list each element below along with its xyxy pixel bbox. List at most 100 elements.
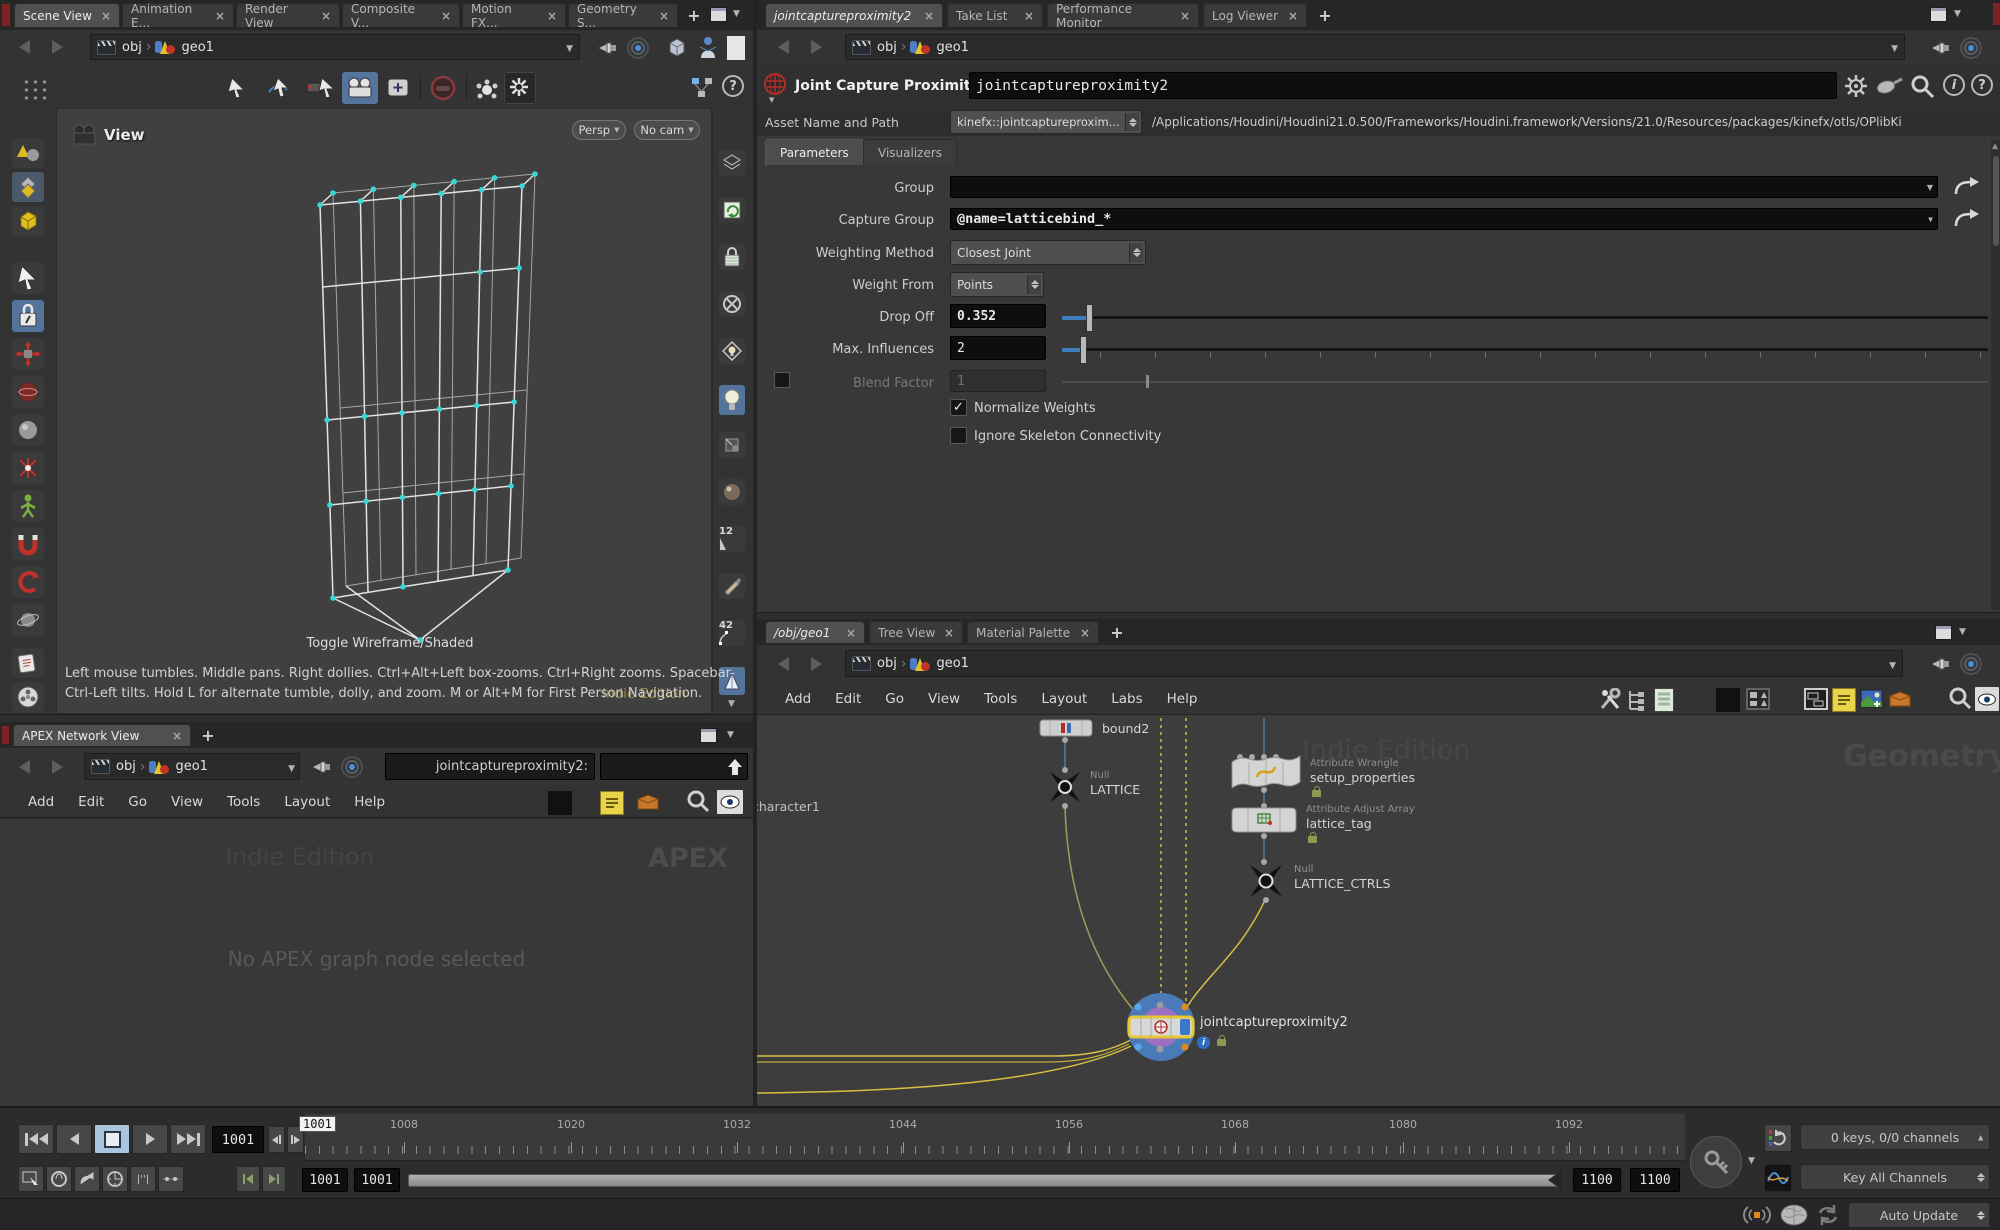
- palette-icon[interactable]: [1716, 688, 1740, 712]
- forward-button[interactable]: [46, 39, 68, 55]
- pane-menu-icon[interactable]: ▼: [727, 730, 734, 740]
- ctrls-label[interactable]: LATTICE_CTRLS: [1294, 876, 1390, 891]
- flatten-slope-icon[interactable]: [74, 1166, 100, 1192]
- breadcrumb[interactable]: obj › geo1 ▼: [90, 34, 580, 60]
- menu-view[interactable]: View: [928, 691, 960, 707]
- breadcrumb-node[interactable]: geo1: [175, 759, 207, 774]
- range-start-field[interactable]: 1001: [302, 1168, 348, 1192]
- tab-tree-view[interactable]: Tree View×: [869, 621, 963, 643]
- breadcrumb-context[interactable]: obj: [877, 40, 897, 55]
- node-type-icon[interactable]: [763, 72, 787, 96]
- pane-link-indicator[interactable]: [2, 4, 10, 26]
- timeline-ruler[interactable]: 1001 1008 1020 1032 1044 1056 1068 1080 …: [305, 1114, 1685, 1161]
- path-dropdown-icon[interactable]: ▼: [1891, 44, 1898, 54]
- gallery-box-icon[interactable]: [636, 791, 660, 813]
- cube-icon[interactable]: [664, 35, 690, 59]
- pane-menu-icon[interactable]: ▼: [1959, 627, 1966, 637]
- asset-name-dropdown[interactable]: kinefx::jointcaptureproxim...: [950, 110, 1142, 134]
- spinner-icon[interactable]: [1974, 1205, 1987, 1225]
- breadcrumb[interactable]: obj › geo1 ▼: [845, 34, 1905, 60]
- tab-animation-editor[interactable]: Animation E...×: [122, 3, 234, 27]
- particles-icon[interactable]: [474, 75, 500, 101]
- gear-icon[interactable]: [1843, 73, 1869, 99]
- menu-add[interactable]: Add: [28, 794, 54, 810]
- drop-off-field[interactable]: 0.352: [950, 304, 1046, 328]
- memory-brain-icon[interactable]: [1778, 1202, 1810, 1228]
- find-icon[interactable]: [686, 789, 710, 813]
- range-end2-field[interactable]: 1100: [1630, 1168, 1680, 1192]
- blend-factor-toggle[interactable]: [774, 372, 790, 388]
- group-field[interactable]: ▼: [950, 176, 1938, 198]
- close-icon[interactable]: ×: [1080, 626, 1090, 640]
- play-reverse-button[interactable]: [56, 1124, 92, 1154]
- tab-apex-network-view[interactable]: APEX Network View×: [13, 724, 191, 746]
- breadcrumb-context[interactable]: obj: [116, 759, 136, 774]
- snapshot-camera-highlight[interactable]: [342, 72, 378, 104]
- split-pane-icon[interactable]: [386, 76, 410, 100]
- bound2-label[interactable]: bound2: [1102, 721, 1149, 736]
- list-page-icon[interactable]: [1654, 688, 1674, 712]
- menu-layout[interactable]: Layout: [1041, 691, 1087, 707]
- jump-up-icon[interactable]: [727, 758, 743, 776]
- pane-maximize-icon[interactable]: [1935, 625, 1952, 640]
- key-menu-icon[interactable]: ▼: [1748, 1156, 1755, 1166]
- playbar-options-icon[interactable]: [18, 1166, 44, 1192]
- pin-icon[interactable]: [1929, 38, 1951, 58]
- range-start2-field[interactable]: 1001: [354, 1168, 400, 1192]
- drop-off-slider[interactable]: [1062, 316, 1988, 319]
- gallery-box-icon[interactable]: [1888, 688, 1912, 710]
- close-icon[interactable]: ×: [924, 9, 934, 23]
- scrollbar-thumb[interactable]: [1993, 156, 1999, 246]
- node-jointcaptureproximity2[interactable]: [1127, 993, 1195, 1061]
- add-tab-button[interactable]: +: [1107, 622, 1127, 642]
- window-layout-icon[interactable]: [1804, 688, 1828, 710]
- node-setup-properties[interactable]: [1232, 756, 1300, 788]
- scrub-dots-icon[interactable]: [158, 1166, 184, 1192]
- apex-target-field[interactable]: jointcaptureproximity2:: [385, 753, 595, 780]
- info-icon[interactable]: i: [1943, 74, 1965, 96]
- note-icon[interactable]: [600, 791, 624, 815]
- breadcrumb-context[interactable]: obj: [877, 656, 897, 671]
- close-icon[interactable]: ×: [1180, 9, 1190, 23]
- tab-motion-fx[interactable]: Motion FX...×: [462, 3, 566, 27]
- help-icon[interactable]: ?: [722, 75, 744, 97]
- max-influences-slider-handle[interactable]: [1080, 336, 1087, 364]
- pin-icon[interactable]: [596, 38, 618, 58]
- param-scrollbar[interactable]: ▼: [1991, 140, 2000, 610]
- weight-from-dropdown[interactable]: Points: [950, 272, 1044, 297]
- close-icon[interactable]: ×: [441, 9, 451, 23]
- tab-log-viewer[interactable]: Log Viewer×: [1203, 3, 1307, 27]
- update-refresh-icon[interactable]: [1814, 1203, 1842, 1227]
- lattice-wireframe[interactable]: [0, 110, 753, 714]
- camera-cursor-icon[interactable]: [306, 76, 336, 100]
- range-end-field[interactable]: 1100: [1573, 1168, 1621, 1192]
- current-frame-field[interactable]: 1001: [212, 1126, 264, 1153]
- close-icon[interactable]: ×: [1024, 9, 1034, 23]
- tab-visualizers[interactable]: Visualizers: [863, 139, 957, 165]
- pane-menu-icon[interactable]: ▼: [733, 9, 740, 19]
- visibility-eye-icon[interactable]: [716, 789, 744, 815]
- palette-icon[interactable]: [548, 791, 572, 815]
- close-icon[interactable]: ×: [944, 626, 954, 640]
- close-icon[interactable]: ×: [172, 729, 182, 743]
- breadcrumb-node[interactable]: geo1: [936, 656, 968, 671]
- play-button[interactable]: [132, 1124, 168, 1154]
- realtime-toggle-icon[interactable]: [102, 1166, 128, 1192]
- network-canvas[interactable]: Indie Edition Geometry: [757, 715, 2000, 1106]
- back-button[interactable]: [16, 39, 38, 55]
- menu-help[interactable]: Help: [1167, 691, 1198, 707]
- tab-parameters[interactable]: Parameters: [765, 139, 864, 165]
- menu-add[interactable]: Add: [785, 691, 811, 707]
- tab-render-view[interactable]: Render View×: [236, 3, 340, 27]
- pane-maximize-icon[interactable]: [1930, 7, 1947, 22]
- audio-icon[interactable]: [46, 1166, 72, 1192]
- tab-material-palette[interactable]: Material Palette×: [967, 621, 1099, 643]
- path-dropdown-icon[interactable]: ▼: [1889, 661, 1896, 671]
- apex-canvas[interactable]: Indie Edition APEX No APEX graph node se…: [0, 818, 753, 1107]
- breadcrumb-context[interactable]: obj: [122, 40, 142, 55]
- cook-pan-icon[interactable]: [1875, 75, 1903, 97]
- pane-link-indicator[interactable]: [1993, 3, 2000, 25]
- max-influences-field[interactable]: 2: [950, 336, 1046, 360]
- playhead-flag[interactable]: 1001: [299, 1116, 336, 1132]
- persp-button[interactable]: Persp▼: [572, 120, 626, 140]
